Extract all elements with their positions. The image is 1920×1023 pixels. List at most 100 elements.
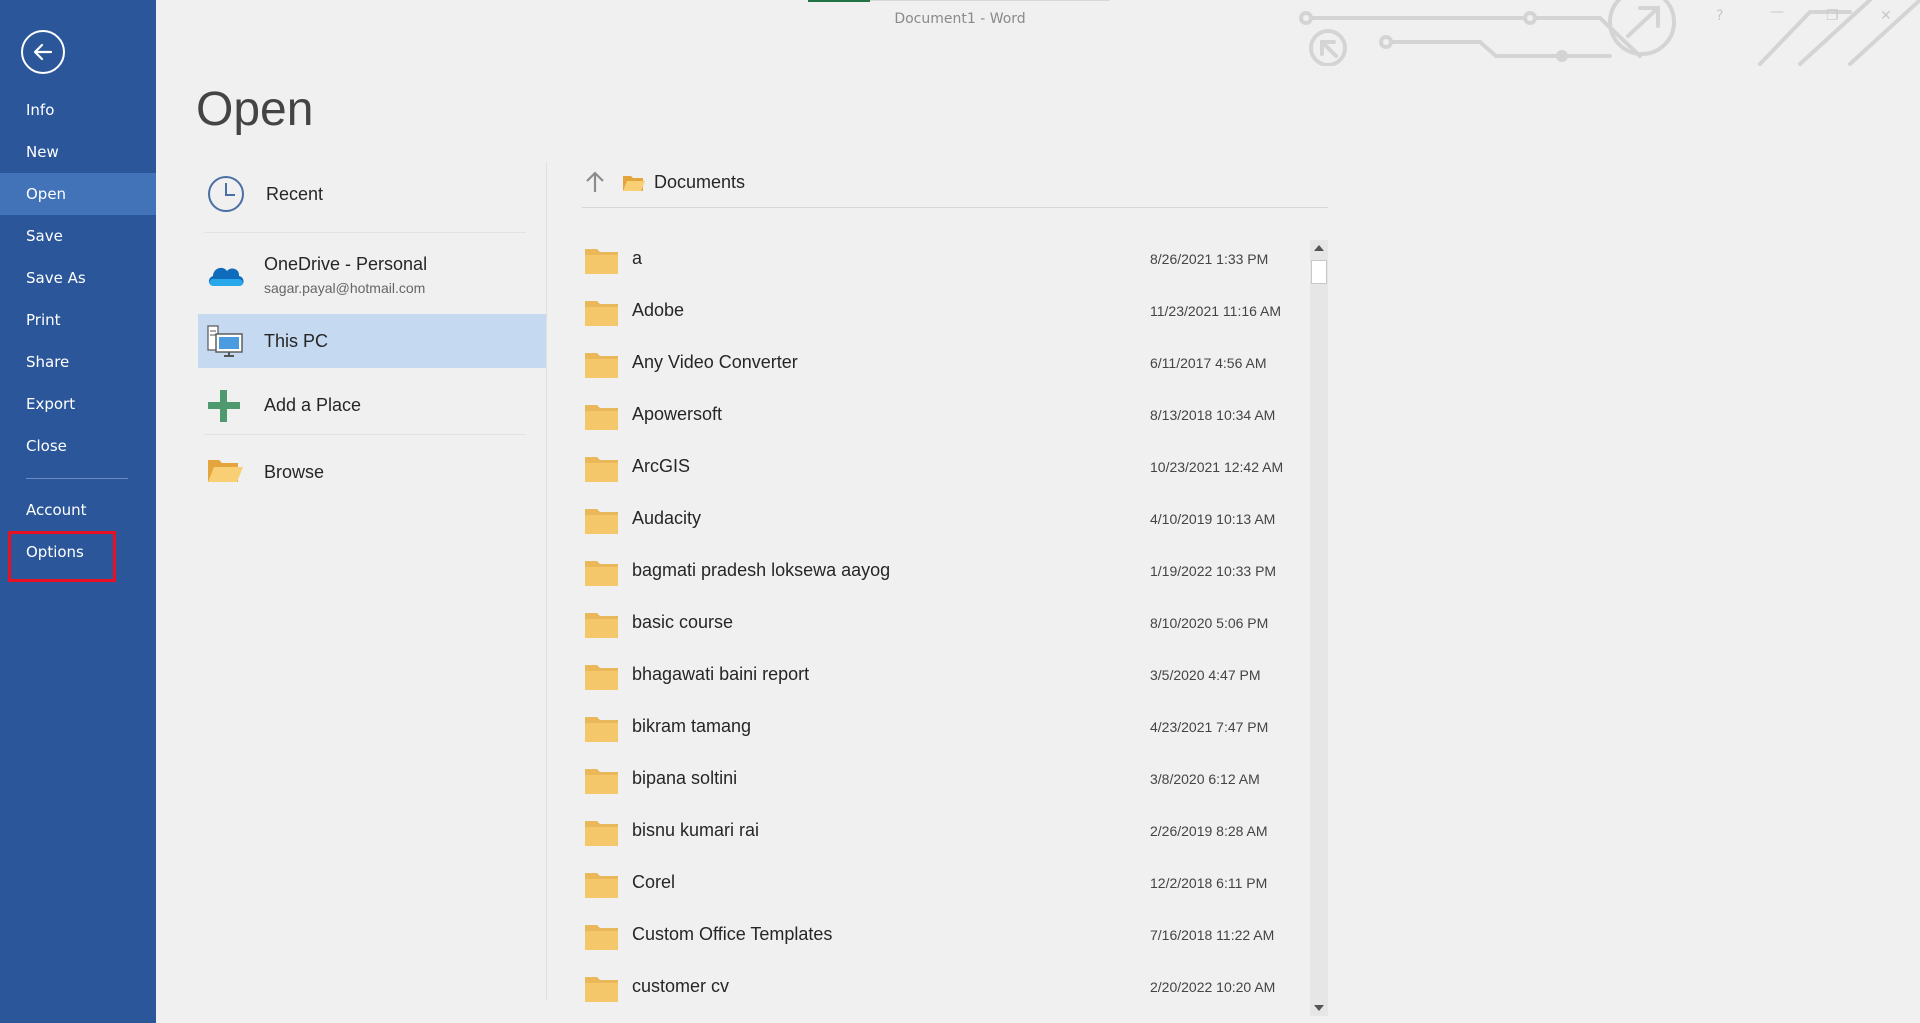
plus-icon: [208, 390, 240, 422]
folder-icon: [584, 454, 620, 488]
backstage-nav: Info New Open Save Save As Print Share Export Cl…: [0, 0, 156, 1023]
folder-icon: [584, 506, 620, 540]
onedrive-cloud-icon: [208, 267, 244, 286]
file-date: 3/8/2020 6:12 AM: [1150, 771, 1260, 787]
location-label: Add a Place: [264, 395, 362, 415]
file-row[interactable]: bikram tamang 4/23/2021 7:47 PM: [582, 702, 1310, 754]
location-onedrive[interactable]: OneDrive - Personal sagar.payal@hotmail.…: [198, 242, 546, 308]
file-row[interactable]: Apowersoft 8/13/2018 10:34 AM: [582, 390, 1310, 442]
location-this-pc[interactable]: This PC: [198, 314, 546, 368]
file-row[interactable]: Custom Office Templates 7/16/2018 11:22 A…: [582, 910, 1310, 962]
file-row[interactable]: Audacity 4/10/2019 10:13 AM: [582, 494, 1310, 546]
file-name: bipana soltini: [632, 768, 738, 788]
file-list: a 8/26/2021 1:33 PM Adobe 11/23/2021 11:16 …: [582, 234, 1310, 1023]
help-button[interactable]: ?: [1716, 8, 1723, 24]
nav-item-options[interactable]: Options: [0, 531, 156, 573]
location-label: This PC: [264, 331, 329, 351]
nav-item-save[interactable]: Save: [0, 215, 156, 257]
file-row[interactable]: Any Video Converter 6/11/2017 4:56 AM: [582, 338, 1310, 390]
file-date: 3/5/2020 4:47 PM: [1150, 667, 1261, 683]
computer-icon: [207, 325, 243, 357]
file-date: 2/20/2022 10:20 AM: [1150, 979, 1276, 995]
titlebar-line: [870, 0, 1110, 1]
folder-icon: [584, 662, 620, 696]
path-bar: Documents: [582, 164, 1328, 208]
file-row[interactable]: ArcGIS 10/23/2021 12:42 AM: [582, 442, 1310, 494]
file-name: Any Video Converter: [632, 352, 798, 372]
location-separator: [204, 434, 526, 435]
file-date: 8/13/2018 10:34 AM: [1150, 407, 1276, 423]
nav-item-print[interactable]: Print: [0, 299, 156, 341]
file-date: 8/10/2020 5:06 PM: [1150, 615, 1269, 631]
location-browse[interactable]: Browse: [198, 444, 546, 498]
folder-icon: [584, 922, 620, 956]
nav-item-account[interactable]: Account: [0, 489, 156, 531]
file-name: bagmati pradesh loksewa aayog: [632, 560, 891, 580]
file-name: ArcGIS: [632, 456, 691, 476]
file-date: 8/26/2021 1:33 PM: [1150, 251, 1269, 267]
file-date: 4/23/2021 7:47 PM: [1150, 719, 1269, 735]
nav-item-open[interactable]: Open: [0, 173, 156, 215]
folder-icon: [584, 402, 620, 436]
location-label: OneDrive - Personal: [264, 254, 428, 274]
nav-item-export[interactable]: Export: [0, 383, 156, 425]
file-name: Custom Office Templates: [632, 924, 833, 944]
file-row[interactable]: bisnu kumari rai 2/26/2019 8:28 AM: [582, 806, 1310, 858]
file-name: basic course: [632, 612, 734, 632]
file-date: 10/23/2021 12:42 AM: [1150, 459, 1284, 475]
file-name: customer cv: [632, 976, 730, 996]
triangle-up-icon: [1314, 245, 1324, 251]
location-account: sagar.payal@hotmail.com: [264, 280, 426, 296]
file-date: 4/10/2019 10:13 AM: [1150, 511, 1276, 527]
location-recent[interactable]: Recent: [198, 160, 546, 232]
close-window-button[interactable]: ✕: [1880, 8, 1892, 24]
file-row[interactable]: Adobe 11/23/2021 11:16 AM: [582, 286, 1310, 338]
file-row[interactable]: bhagawati baini report 3/5/2020 4:47 PM: [582, 650, 1310, 702]
file-row[interactable]: bipana soltini 3/8/2020 6:12 AM: [582, 754, 1310, 806]
minimize-button[interactable]: —: [1770, 4, 1784, 20]
file-name: Audacity: [632, 508, 702, 528]
scroll-thumb[interactable]: [1311, 260, 1327, 284]
restore-button[interactable]: ❐: [1826, 8, 1839, 24]
nav-item-close[interactable]: Close: [0, 425, 156, 467]
nav-item-info[interactable]: Info: [0, 89, 156, 131]
file-date: 7/16/2018 11:22 AM: [1150, 927, 1275, 943]
current-folder-label[interactable]: Documents: [654, 172, 745, 193]
folder-icon: [584, 818, 620, 852]
pane-divider: [546, 162, 547, 1000]
file-date: 1/19/2022 10:33 PM: [1150, 563, 1277, 579]
file-row[interactable]: basic course 8/10/2020 5:06 PM: [582, 598, 1310, 650]
nav-divider: [26, 478, 128, 479]
file-row[interactable]: Corel 12/2/2018 6:11 PM: [582, 858, 1310, 910]
folder-icon: [584, 766, 620, 800]
nav-item-save-as[interactable]: Save As: [0, 257, 156, 299]
folder-icon: [584, 714, 620, 748]
file-row[interactable]: a 8/26/2021 1:33 PM: [582, 234, 1310, 286]
file-list-scrollbar[interactable]: [1310, 240, 1328, 1016]
file-name: Apowersoft: [632, 404, 723, 424]
file-name: Adobe: [632, 300, 685, 320]
file-row[interactable]: customer cv 2/20/2022 10:20 AM: [582, 962, 1310, 1014]
location-add-place[interactable]: Add a Place: [198, 378, 546, 432]
folder-icon: [584, 350, 620, 384]
folder-open-icon: [208, 460, 243, 482]
back-arrow-icon: [33, 43, 53, 61]
file-date: 2/26/2019 8:28 AM: [1150, 823, 1268, 839]
file-name: bisnu kumari rai: [632, 820, 760, 840]
page-title: Open: [196, 83, 314, 136]
folder-icon: [584, 298, 620, 332]
nav-item-new[interactable]: New: [0, 131, 156, 173]
nav-item-share[interactable]: Share: [0, 341, 156, 383]
scroll-down-button[interactable]: [1310, 1000, 1328, 1016]
folder-icon: [584, 974, 620, 1008]
location-label: Browse: [264, 462, 325, 482]
file-row[interactable]: bagmati pradesh loksewa aayog 1/19/2022 1…: [582, 546, 1310, 598]
back-button[interactable]: [21, 30, 65, 74]
clock-icon: [208, 176, 244, 212]
up-arrow-icon[interactable]: [584, 170, 606, 194]
file-date: 6/11/2017 4:56 AM: [1150, 355, 1267, 371]
location-label: Recent: [266, 184, 324, 204]
scroll-up-button[interactable]: [1310, 240, 1328, 256]
titlebar-accent: [808, 0, 870, 2]
file-name: bhagawati baini report: [632, 664, 810, 684]
